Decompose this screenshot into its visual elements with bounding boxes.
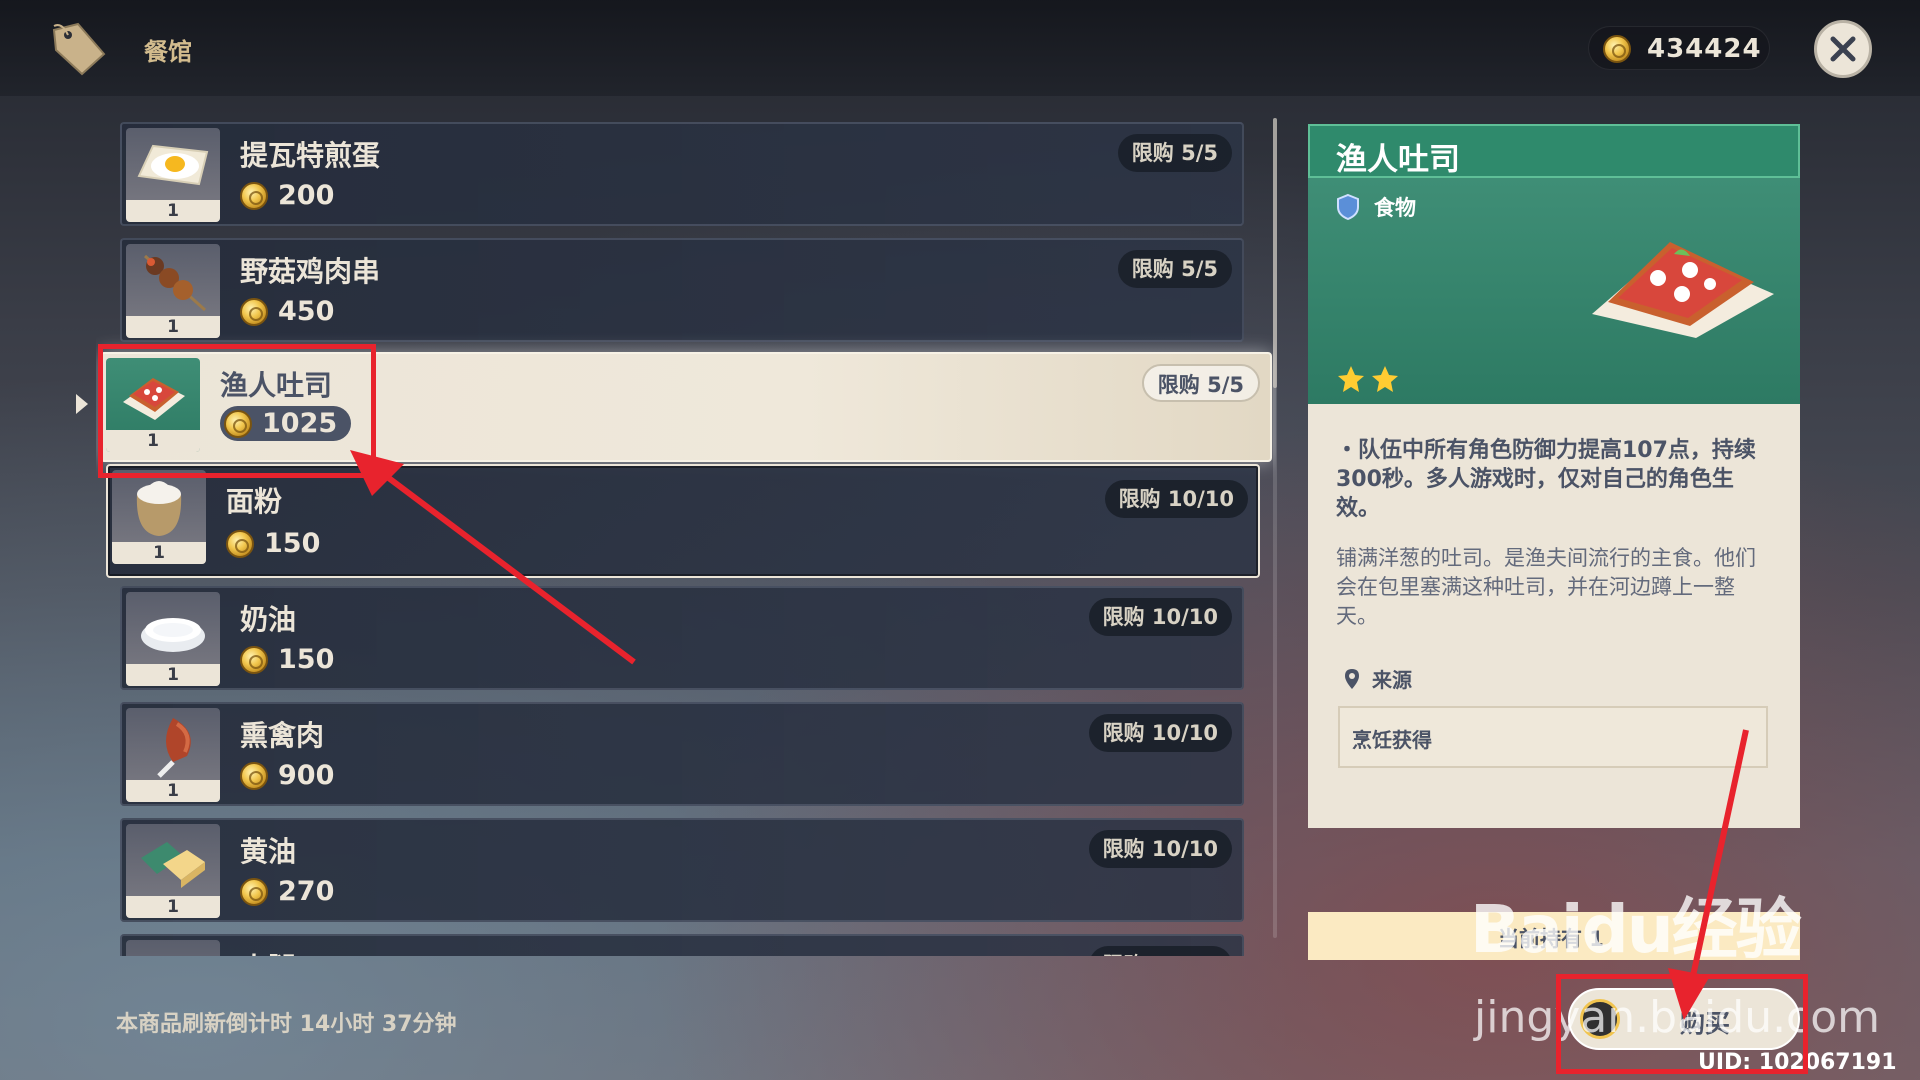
arrow-head-icon (350, 450, 404, 496)
annotation-arrows (350, 450, 1749, 1020)
arrow-head-icon (1668, 968, 1710, 1020)
